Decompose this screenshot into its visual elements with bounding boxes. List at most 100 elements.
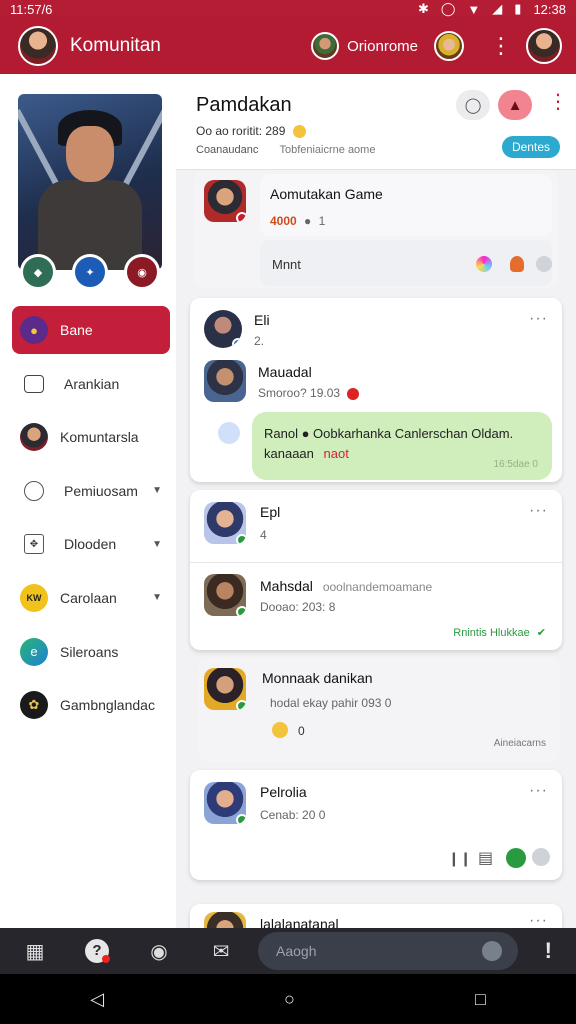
more-options-icon[interactable]: ··· bbox=[529, 502, 548, 520]
sidebar-item-pemiuosam[interactable]: Pemiuosam ▼ bbox=[12, 467, 170, 515]
chat-bubble[interactable]: Ranol ● Oobkarhanka Canlerschan Oldam. k… bbox=[252, 412, 552, 480]
recents-icon[interactable]: □ bbox=[475, 989, 486, 1010]
mahsdal-avatar bbox=[204, 574, 246, 616]
alarm-icon: ◯ bbox=[440, 1, 456, 16]
puzzle-icon: ✥ bbox=[24, 534, 44, 555]
microphone-icon[interactable] bbox=[482, 941, 502, 961]
chevron-down-icon[interactable]: ▼ bbox=[152, 485, 162, 496]
game-card[interactable]: Aomutakan Game 4000 ● 1 Mnnt bbox=[194, 170, 558, 288]
mauadal-avatar bbox=[204, 360, 246, 402]
sidebar-item-sileroans[interactable]: e Sileroans bbox=[12, 628, 170, 676]
monnaak-avatar bbox=[204, 668, 246, 710]
chevron-down-icon[interactable]: ▼ bbox=[152, 539, 162, 550]
more-options-icon[interactable]: ··· bbox=[529, 310, 548, 328]
sidebar-item-gambnglandac[interactable]: ✿ Gambnglandac bbox=[12, 681, 170, 729]
bubble-highlight: naot bbox=[323, 445, 349, 461]
feed: Aomutakan Game 4000 ● 1 Mnnt Eli 2. ··· … bbox=[176, 170, 576, 928]
sidebar-item-label: Pemiuosam bbox=[64, 482, 138, 499]
sidebar-item-bane[interactable]: ● Bane bbox=[12, 306, 170, 354]
mask-icon: ● bbox=[20, 316, 48, 344]
mauadal-meta: Smoroo? 19.03 bbox=[258, 386, 341, 400]
bluetooth-icon: ✱ bbox=[417, 1, 429, 16]
emblem-icon: ✿ bbox=[20, 691, 48, 720]
reply-icon[interactable] bbox=[218, 422, 240, 444]
store-icon[interactable]: ▦ bbox=[12, 931, 58, 971]
search-placeholder: Aaogh bbox=[276, 943, 317, 959]
game-title: Aomutakan Game bbox=[270, 186, 383, 202]
search-user-icon bbox=[24, 480, 44, 501]
status-bar: 11:57/6 ✱ ◯ ▼ ◢ ▮ 12:38 bbox=[0, 0, 576, 18]
search-input[interactable]: Aaogh bbox=[258, 932, 518, 970]
refresh-button[interactable]: ◯ bbox=[456, 90, 490, 120]
online-users[interactable]: Orionrome bbox=[311, 31, 464, 61]
guild-badge-icon[interactable]: ◉ bbox=[124, 254, 160, 290]
epl-meta: 4 bbox=[260, 528, 267, 542]
post-card-epl[interactable]: Epl 4 ··· Mahsdal ooolnandemoamane Dooao… bbox=[190, 490, 562, 650]
chat-bot-icon[interactable]: ✉ bbox=[198, 931, 244, 971]
color-wheel-icon[interactable] bbox=[476, 256, 492, 272]
map-badge-icon[interactable]: ◆ bbox=[20, 254, 56, 290]
sidebar-item-dlooden[interactable]: ✥ Dlooden ▼ bbox=[12, 520, 170, 568]
hero-badges: ◆ ✦ ◉ bbox=[18, 254, 162, 290]
notification-badge-icon bbox=[347, 387, 360, 400]
kw-badge-icon: KW bbox=[20, 583, 48, 612]
hero-banner[interactable] bbox=[18, 94, 162, 270]
friend-avatar[interactable] bbox=[434, 31, 464, 61]
post-card-pelrolia[interactable]: Pelrolia Cenab: 20 0 ··· ❙❙ ▤ bbox=[190, 770, 562, 880]
filter-chip[interactable]: Dentes bbox=[501, 136, 560, 158]
mahsdal-name: Mahsdal bbox=[260, 578, 313, 594]
more-options-icon[interactable]: ··· bbox=[529, 912, 548, 928]
mahsdal-meta: Dooao: 203: 8 bbox=[260, 600, 336, 614]
sidebar-item-label: Dlooden bbox=[64, 536, 117, 553]
sidebar-item-label: Komuntarsla bbox=[60, 429, 139, 446]
app-bar: Komunitan Orionrome ⋮ bbox=[0, 18, 576, 74]
post-card-partial[interactable]: lalalanatanal ··· bbox=[190, 904, 562, 928]
post-card-monnaak[interactable]: Monnaak danikan hodal ekay pahir 093 0 0… bbox=[198, 658, 560, 762]
game-sub-label: Mnnt bbox=[272, 257, 301, 272]
game-avatar bbox=[204, 180, 246, 222]
pelrolia-avatar bbox=[204, 782, 246, 824]
pause-icon[interactable]: ❙❙ bbox=[448, 850, 471, 867]
check-circle-icon[interactable] bbox=[506, 848, 526, 868]
profile-avatar[interactable] bbox=[18, 26, 58, 66]
more-options-icon[interactable]: ⋮ bbox=[490, 35, 512, 57]
home-icon[interactable]: ○ bbox=[284, 989, 295, 1010]
bubble-line-2: kanaaan bbox=[264, 445, 314, 461]
pin-icon[interactable] bbox=[510, 256, 524, 272]
game-score: 4000 bbox=[270, 214, 297, 228]
sidebar: ◆ ✦ ◉ ● Bane Arankian Komuntarsla Pemiuo… bbox=[0, 74, 176, 928]
rank-badge-icon[interactable]: ✦ bbox=[72, 254, 108, 290]
chevron-down-icon[interactable]: ▼ bbox=[152, 592, 162, 603]
close-circle-icon[interactable] bbox=[536, 256, 552, 272]
emoji-reaction-icon[interactable] bbox=[272, 722, 288, 738]
header-more-icon[interactable]: ⋮ bbox=[548, 92, 568, 112]
dismiss-circle-icon[interactable] bbox=[532, 848, 550, 866]
more-options-icon[interactable]: ··· bbox=[529, 782, 548, 800]
gamepad-icon[interactable]: ◉ bbox=[136, 931, 182, 971]
monnaak-meta: hodal ekay pahir 093 0 bbox=[270, 696, 392, 710]
alert-icon[interactable]: ! bbox=[545, 938, 552, 964]
user-avatar[interactable] bbox=[526, 28, 562, 64]
wifi-icon: ▼ bbox=[467, 1, 481, 17]
edge-icon: e bbox=[20, 637, 48, 666]
page-header: Pamdakan Oo ao roritit: 289 Coanaudanc T… bbox=[176, 74, 576, 170]
list-icon[interactable]: ▤ bbox=[478, 848, 493, 868]
status-clock: 12:38 bbox=[533, 1, 566, 17]
eli-name: Eli bbox=[254, 312, 270, 328]
mute-button[interactable]: ▲ bbox=[498, 90, 532, 120]
sidebar-item-komuntarsla[interactable]: Komuntarsla bbox=[12, 413, 170, 461]
status-time: 11:57/6 bbox=[10, 1, 53, 17]
mahsdal-status: Rnintis Hlukkae bbox=[453, 627, 530, 639]
game-sub-row[interactable] bbox=[260, 240, 552, 286]
back-icon[interactable]: ◁ bbox=[90, 989, 104, 1010]
online-label: Orionrome bbox=[347, 37, 418, 55]
emoji-icon bbox=[292, 125, 306, 139]
sidebar-item-carolaan[interactable]: KW Carolaan ▼ bbox=[12, 574, 170, 622]
sidebar-item-arankian[interactable]: Arankian bbox=[12, 360, 170, 408]
monnaak-name: Monnaak danikan bbox=[262, 670, 373, 686]
post-card-eli[interactable]: Eli 2. ··· Mauadal Smoroo? 19.03 Ranol ●… bbox=[190, 298, 562, 482]
bubble-time: 16:5dae 0 bbox=[493, 459, 539, 470]
mahsdal-name-extra: ooolnandemoamane bbox=[322, 580, 433, 594]
battery-icon: ▮ bbox=[514, 1, 522, 16]
help-icon[interactable]: ? bbox=[74, 931, 120, 971]
